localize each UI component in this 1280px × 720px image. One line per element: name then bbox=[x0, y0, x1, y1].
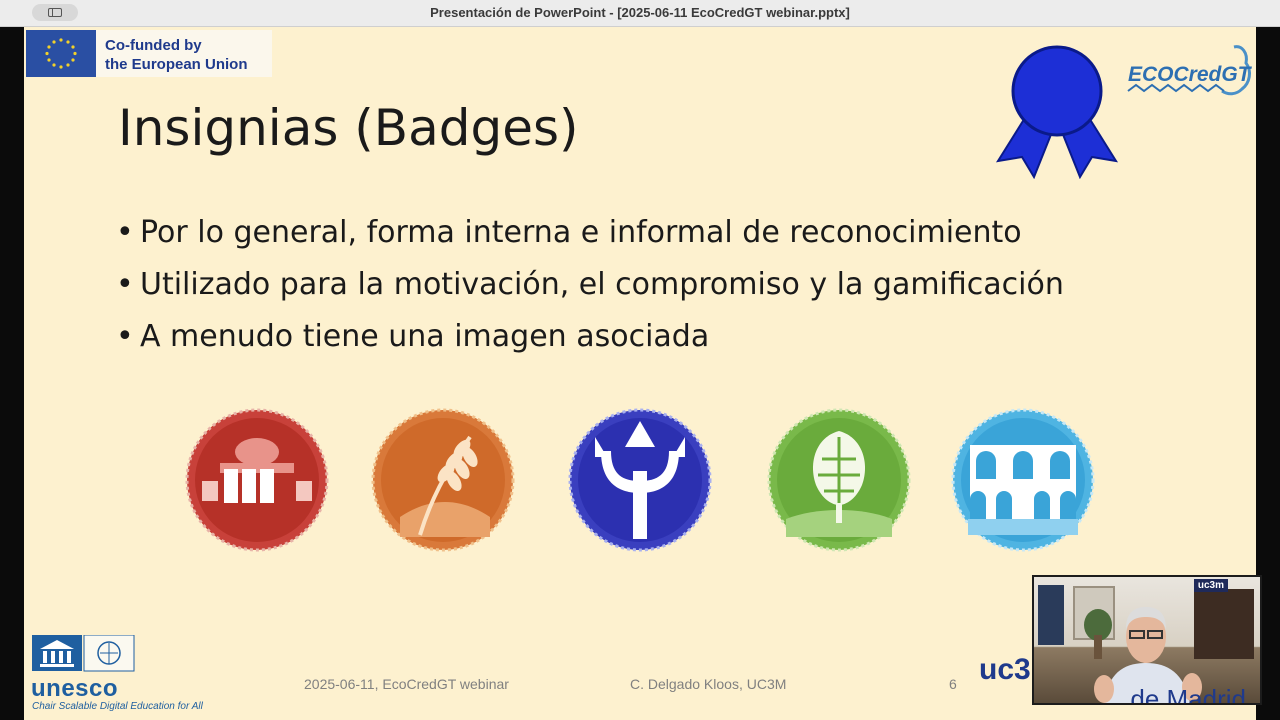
unesco-chair-text: Chair Scalable Digital Education for All bbox=[32, 701, 203, 712]
bullet-item: • Por lo general, forma interna e informa… bbox=[116, 215, 1022, 250]
presentation-window: Presentación de PowerPoint - [2025-06-11… bbox=[0, 0, 1280, 720]
eu-cofunded-text: Co-funded by the European Union bbox=[105, 36, 248, 74]
video-bottom-text: de Madrid bbox=[1130, 684, 1246, 705]
unesco-wordmark: unesco bbox=[31, 675, 119, 702]
eu-line1: Co-funded by bbox=[105, 37, 202, 54]
badges-row bbox=[24, 407, 1256, 557]
aqueduct-badge-icon bbox=[951, 408, 1095, 552]
window-title: Presentación de PowerPoint - [2025-06-11… bbox=[430, 5, 850, 20]
eu-flag-icon bbox=[26, 30, 96, 77]
bullet-item: • A menudo tiene una imagen asociada bbox=[116, 319, 710, 354]
monument-badge-icon bbox=[185, 408, 329, 552]
ecocredgt-logo-text: ECOCredGT bbox=[1128, 63, 1253, 86]
bullet-text: Utilizado para la motivación, el comprom… bbox=[140, 267, 1064, 302]
unesco-temple-icon bbox=[32, 634, 135, 672]
bullet-list: • Por lo general, forma interna e informa… bbox=[116, 212, 1064, 368]
uc3m-video-tag: uc3m bbox=[1193, 579, 1228, 592]
artichoke-badge-icon bbox=[767, 408, 911, 552]
window-titlebar: Presentación de PowerPoint - [2025-06-11… bbox=[0, 0, 1280, 27]
bullet-text: A menudo tiene una imagen asociada bbox=[140, 319, 710, 354]
uc3m-logo: uc3 bbox=[979, 653, 1031, 686]
eu-cofunded-banner: Co-funded by the European Union bbox=[26, 30, 272, 77]
footer-page-number: 6 bbox=[949, 676, 957, 692]
presenter-video-overlay[interactable]: uc3m de Madrid bbox=[1032, 575, 1262, 705]
bullet-text: Por lo general, forma interna e informal… bbox=[140, 215, 1022, 250]
slide-title: Insignias (Badges) bbox=[118, 99, 579, 157]
ecocredgt-logo: ECOCredGT bbox=[1127, 45, 1253, 96]
bullet-item: • Utilizado para la motivación, el compro… bbox=[116, 267, 1064, 302]
footer-author: C. Delgado Kloos, UC3M bbox=[630, 676, 787, 692]
wheat-badge-icon bbox=[371, 408, 515, 552]
blue-ribbon-badge-icon bbox=[995, 45, 1119, 179]
eu-line2: the European Union bbox=[105, 56, 248, 73]
footer-date-event: 2025-06-11, EcoCredGT webinar bbox=[304, 676, 509, 692]
trident-badge-icon bbox=[568, 408, 712, 552]
